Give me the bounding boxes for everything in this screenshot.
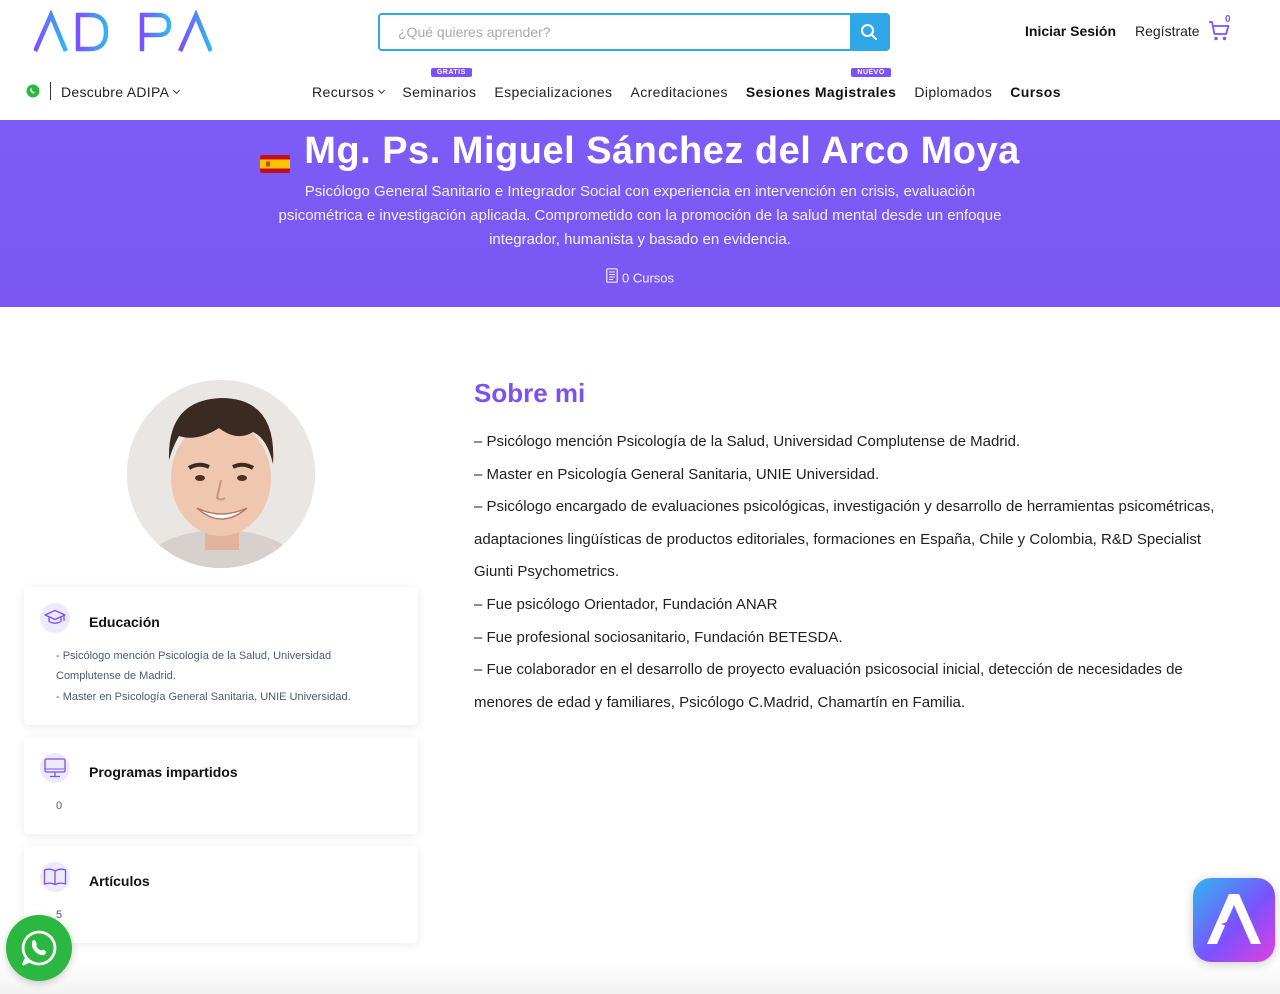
graduation-cap-icon	[40, 603, 70, 633]
nav-badge: NUEVO	[851, 68, 891, 77]
profile-name-heading: Mg. Ps. Miguel Sánchez del Arco Moya	[0, 130, 1280, 173]
nav-item-sesiones-magistrales[interactable]: Sesiones Magistrales NUEVO	[745, 68, 897, 100]
nav-item-especializaciones[interactable]: Especializaciones	[494, 84, 612, 100]
open-book-icon	[40, 862, 70, 892]
nav-item-label: Especializaciones	[494, 84, 613, 100]
nav-item-label: Recursos	[312, 84, 375, 100]
profile-summary: Psicólogo General Sanitario e Integrador…	[278, 183, 1002, 248]
login-link[interactable]: Iniciar Sesión	[1025, 23, 1116, 39]
about-heading: Sobre mi	[474, 378, 586, 408]
articles-title: Artículos	[89, 873, 150, 889]
education-card: Educación - Psicólogo mención Psicología…	[24, 587, 418, 725]
nav-divider	[50, 82, 51, 100]
search-bar	[378, 13, 890, 51]
programs-count: 0	[56, 800, 63, 812]
chevron-down-icon	[378, 86, 386, 95]
programs-title: Programas impartidos	[89, 764, 238, 780]
about-item: – Fue psicólogo Orientador, Fundación AN…	[474, 595, 778, 613]
whatsapp-icon[interactable]	[26, 84, 40, 103]
search-icon	[861, 24, 878, 41]
about-item: – Psicólogo encargado de evaluaciones ps…	[474, 498, 1215, 581]
nav-menu: Recursos Seminarios GRATIS Especializacione…	[312, 68, 1061, 100]
nav-badge: GRATIS	[430, 68, 472, 77]
nav-item-label: Cursos	[1010, 84, 1061, 100]
search-button[interactable]	[850, 15, 888, 49]
nav-item-acreditaciones[interactable]: Acreditaciones	[630, 84, 727, 100]
ai-assistant-button[interactable]	[1193, 878, 1275, 962]
education-item: - Psicólogo mención Psicología de la Sal…	[56, 650, 332, 682]
nav-item-label: Sesiones Magistrales	[745, 84, 897, 100]
footer-shade	[0, 962, 1280, 994]
cart-count-badge: 0	[1225, 14, 1231, 25]
search-input[interactable]	[380, 15, 850, 49]
articles-count: 5	[56, 909, 63, 921]
adipa-logo[interactable]	[34, 10, 212, 52]
programs-card: Programas impartidos 0	[24, 737, 418, 834]
nav-item-label: Seminarios	[402, 84, 477, 100]
about-item: – Fue profesional sociosanitario, Fundac…	[474, 628, 843, 646]
nav-item-diplomados[interactable]: Diplomados	[914, 84, 992, 100]
flag-spain-icon	[260, 140, 291, 173]
adipa-logo-icon	[34, 10, 212, 52]
courses-count: 0 Cursos	[0, 268, 1280, 288]
nav-item-cursos[interactable]: Cursos	[1010, 84, 1061, 100]
register-link[interactable]: Regístrate	[1135, 23, 1200, 39]
chevron-down-icon	[173, 86, 181, 95]
discover-adipa-dropdown[interactable]: Descubre ADIPA	[61, 84, 181, 100]
top-header: Iniciar Sesión Regístrate 0	[0, 0, 1280, 64]
nav-item-label: Acreditaciones	[630, 84, 728, 100]
monitor-icon	[40, 753, 70, 783]
courses-count-label: 0 Cursos	[621, 270, 675, 286]
main-nav: Descubre ADIPA Recursos Seminarios GRATIS E…	[0, 64, 1280, 120]
assistant-icon	[1207, 894, 1261, 944]
profile-photo	[127, 380, 315, 568]
nav-item-recursos[interactable]: Recursos	[312, 84, 386, 100]
education-title: Educación	[89, 614, 160, 630]
about-item: – Fue colaborador en el desarrollo de pr…	[474, 661, 1183, 711]
nav-item-label: Diplomados	[914, 84, 993, 100]
nav-item-seminarios[interactable]: Seminarios GRATIS	[402, 68, 477, 100]
profile-name: Mg. Ps. Miguel Sánchez del Arco Moya	[304, 130, 1020, 172]
document-icon	[606, 268, 618, 286]
about-list: – Psicólogo mención Psicología de la Sal…	[474, 426, 1244, 719]
discover-label: Descubre ADIPA	[61, 84, 170, 100]
whatsapp-icon	[21, 930, 57, 966]
whatsapp-chat-button[interactable]	[6, 915, 72, 981]
about-item: – Psicólogo mención Psicología de la Sal…	[474, 433, 1021, 450]
about-item: – Master en Psicología General Sanitaria…	[474, 465, 880, 483]
articles-card: Artículos 5	[24, 846, 418, 943]
education-item: - Master en Psicología General Sanitaria…	[56, 691, 351, 703]
profile-hero: Mg. Ps. Miguel Sánchez del Arco Moya Psi…	[0, 120, 1280, 307]
